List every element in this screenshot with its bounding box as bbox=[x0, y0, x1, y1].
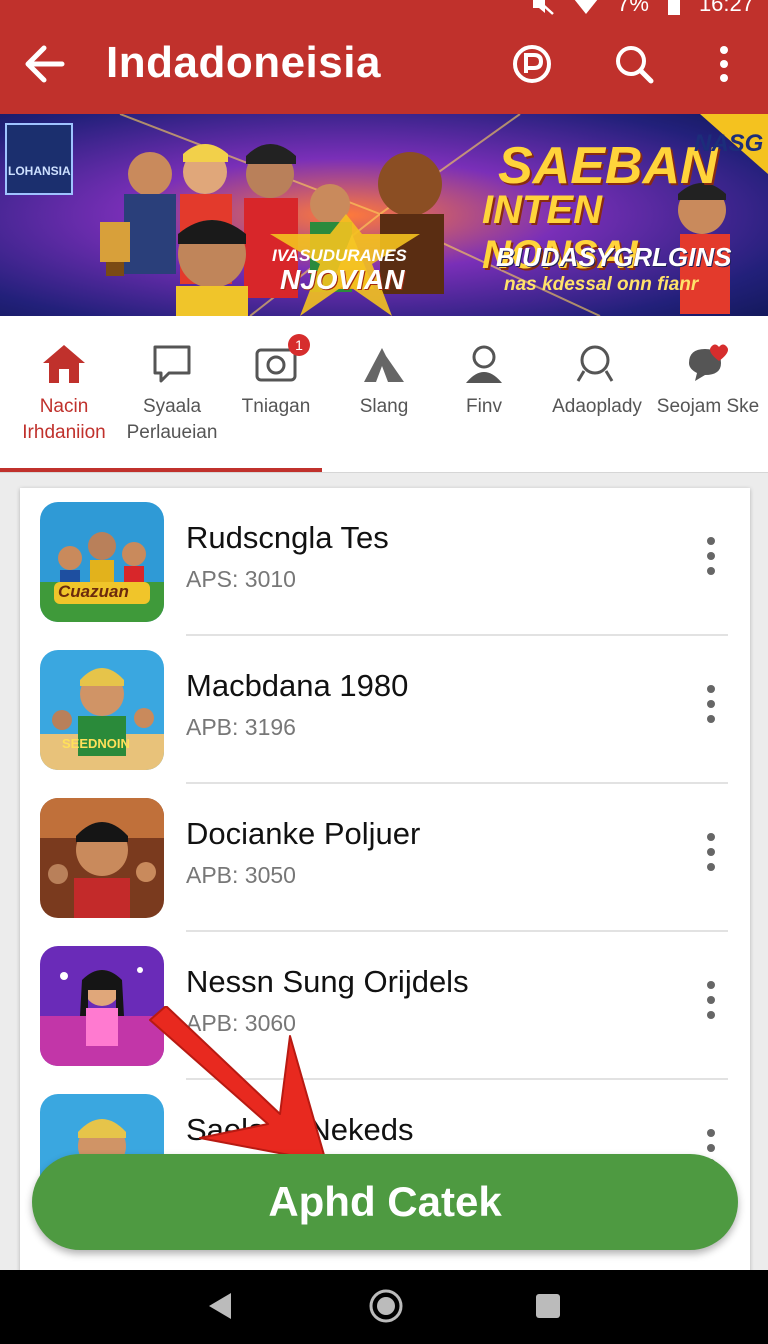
banner-subline: BIUDASYGRLGINS bbox=[496, 242, 732, 272]
banner-corner-text: LOHANSIA bbox=[8, 164, 71, 178]
more-vert-icon bbox=[706, 980, 716, 1025]
system-nav-bar bbox=[0, 1270, 768, 1344]
back-triangle-icon bbox=[205, 1291, 235, 1326]
nav-recents-button[interactable] bbox=[524, 1284, 572, 1332]
tab-label: Adaoplady bbox=[552, 396, 642, 417]
app-subtitle: APS: 3010 bbox=[186, 566, 296, 592]
more-options-button[interactable] bbox=[696, 536, 726, 580]
tab-label: Tniagan bbox=[241, 396, 311, 417]
mute-icon bbox=[529, 0, 555, 16]
app-bar: 7% 16:27 Indadoneisia bbox=[0, 0, 768, 114]
camera-icon: 1 bbox=[222, 334, 330, 388]
tab-label: Seojam Ske bbox=[656, 396, 760, 417]
nav-back-button[interactable] bbox=[196, 1284, 244, 1332]
tab-label: Finv bbox=[466, 396, 502, 417]
thumbnail-caption: SEEDNOIN bbox=[62, 736, 130, 751]
battery-icon bbox=[667, 0, 681, 16]
banner-star-text: IVASUDURANES bbox=[272, 246, 407, 265]
chat-heart-icon bbox=[654, 340, 762, 388]
list-item[interactable]: Nessn Sung Orijdels APB: 3060 bbox=[20, 932, 750, 1080]
chat-icon bbox=[118, 340, 226, 388]
more-options-button[interactable] bbox=[696, 832, 726, 876]
profile-icon bbox=[430, 340, 538, 388]
home-icon bbox=[10, 340, 118, 388]
tent-icon bbox=[330, 340, 438, 388]
app-subtitle: APB: 3050 bbox=[186, 862, 296, 888]
more-options-button[interactable] bbox=[696, 684, 726, 728]
app-subtitle: APB: 3196 bbox=[186, 714, 296, 740]
tab-label: Nacin Irhdaniion bbox=[22, 396, 106, 443]
parking-button[interactable] bbox=[506, 40, 558, 92]
tab-label: Slang bbox=[359, 396, 409, 417]
battery-percent: 7% bbox=[617, 0, 649, 16]
app-name: Rudscngla Tes bbox=[186, 520, 389, 555]
tab-adaoplady[interactable]: Adaoplady bbox=[542, 340, 652, 420]
tab-finv[interactable]: Finv bbox=[430, 340, 538, 420]
tab-seojam-ske[interactable]: Seojam Ske bbox=[654, 340, 762, 420]
home-circle-icon bbox=[368, 1288, 404, 1329]
tab-nacin-irhdaniion[interactable]: Nacin Irhdaniion bbox=[10, 340, 118, 446]
banner-headline: SAEBAN bbox=[498, 137, 718, 195]
tab-label: Syaala Perlaueian bbox=[126, 396, 218, 443]
list-item[interactable]: Docianke Poljuer APB: 3050 bbox=[20, 784, 750, 932]
tab-slang[interactable]: Slang bbox=[330, 340, 438, 420]
pointer-arrow-icon bbox=[140, 1005, 340, 1166]
app-name: Nessn Sung Orijdels bbox=[186, 964, 469, 999]
app-name: Macbdana 1980 bbox=[186, 668, 409, 703]
thumbnail-caption: Cuazuan bbox=[58, 582, 129, 601]
recents-square-icon bbox=[533, 1291, 563, 1326]
tab-tniagan[interactable]: 1 Tniagan bbox=[222, 334, 330, 420]
app-thumbnail: SEEDNOIN bbox=[40, 650, 164, 770]
more-vert-icon bbox=[718, 45, 730, 88]
wifi-icon bbox=[573, 0, 599, 15]
page-title: Indadoneisia bbox=[106, 38, 381, 87]
category-tabs: Nacin Irhdaniion Syaala Perlaueian 1 Tni… bbox=[0, 316, 768, 473]
banner-star-text-2: NJOVIAN bbox=[280, 264, 405, 295]
nav-home-button[interactable] bbox=[362, 1284, 410, 1332]
back-button[interactable] bbox=[18, 40, 70, 92]
back-arrow-icon bbox=[22, 44, 66, 89]
tab-syaala-perlauian[interactable]: Syaala Perlaueian bbox=[118, 340, 226, 446]
parking-icon bbox=[511, 43, 553, 90]
more-options-button[interactable] bbox=[696, 980, 726, 1024]
search-icon bbox=[542, 340, 652, 388]
primary-action-button[interactable]: Aphd Catek bbox=[32, 1154, 738, 1250]
search-button[interactable] bbox=[608, 40, 660, 92]
promo-banner[interactable]: SAEBAN INTEN NONSAI BIUDASYGRLGINS nas k… bbox=[0, 114, 768, 316]
overflow-menu-button[interactable] bbox=[698, 40, 750, 92]
status-bar: 7% 16:27 bbox=[529, 0, 754, 18]
more-vert-icon bbox=[706, 832, 716, 877]
notification-badge: 1 bbox=[288, 334, 310, 356]
app-thumbnail: Cuazuan bbox=[40, 502, 164, 622]
list-item[interactable]: SEEDNOIN Macbdana 1980 APB: 3196 bbox=[20, 636, 750, 784]
banner-subline-2: nas kdessal onn fianr bbox=[504, 274, 699, 295]
app-name: Docianke Poljuer bbox=[186, 816, 421, 851]
active-tab-indicator bbox=[0, 468, 322, 472]
more-vert-icon bbox=[706, 684, 716, 729]
clock: 16:27 bbox=[698, 0, 754, 16]
app-thumbnail bbox=[40, 798, 164, 918]
more-vert-icon bbox=[706, 536, 716, 581]
banner-badge: NASG bbox=[694, 130, 764, 157]
search-icon bbox=[613, 43, 655, 90]
list-item[interactable]: Cuazuan Rudscngla Tes APS: 3010 bbox=[20, 488, 750, 636]
